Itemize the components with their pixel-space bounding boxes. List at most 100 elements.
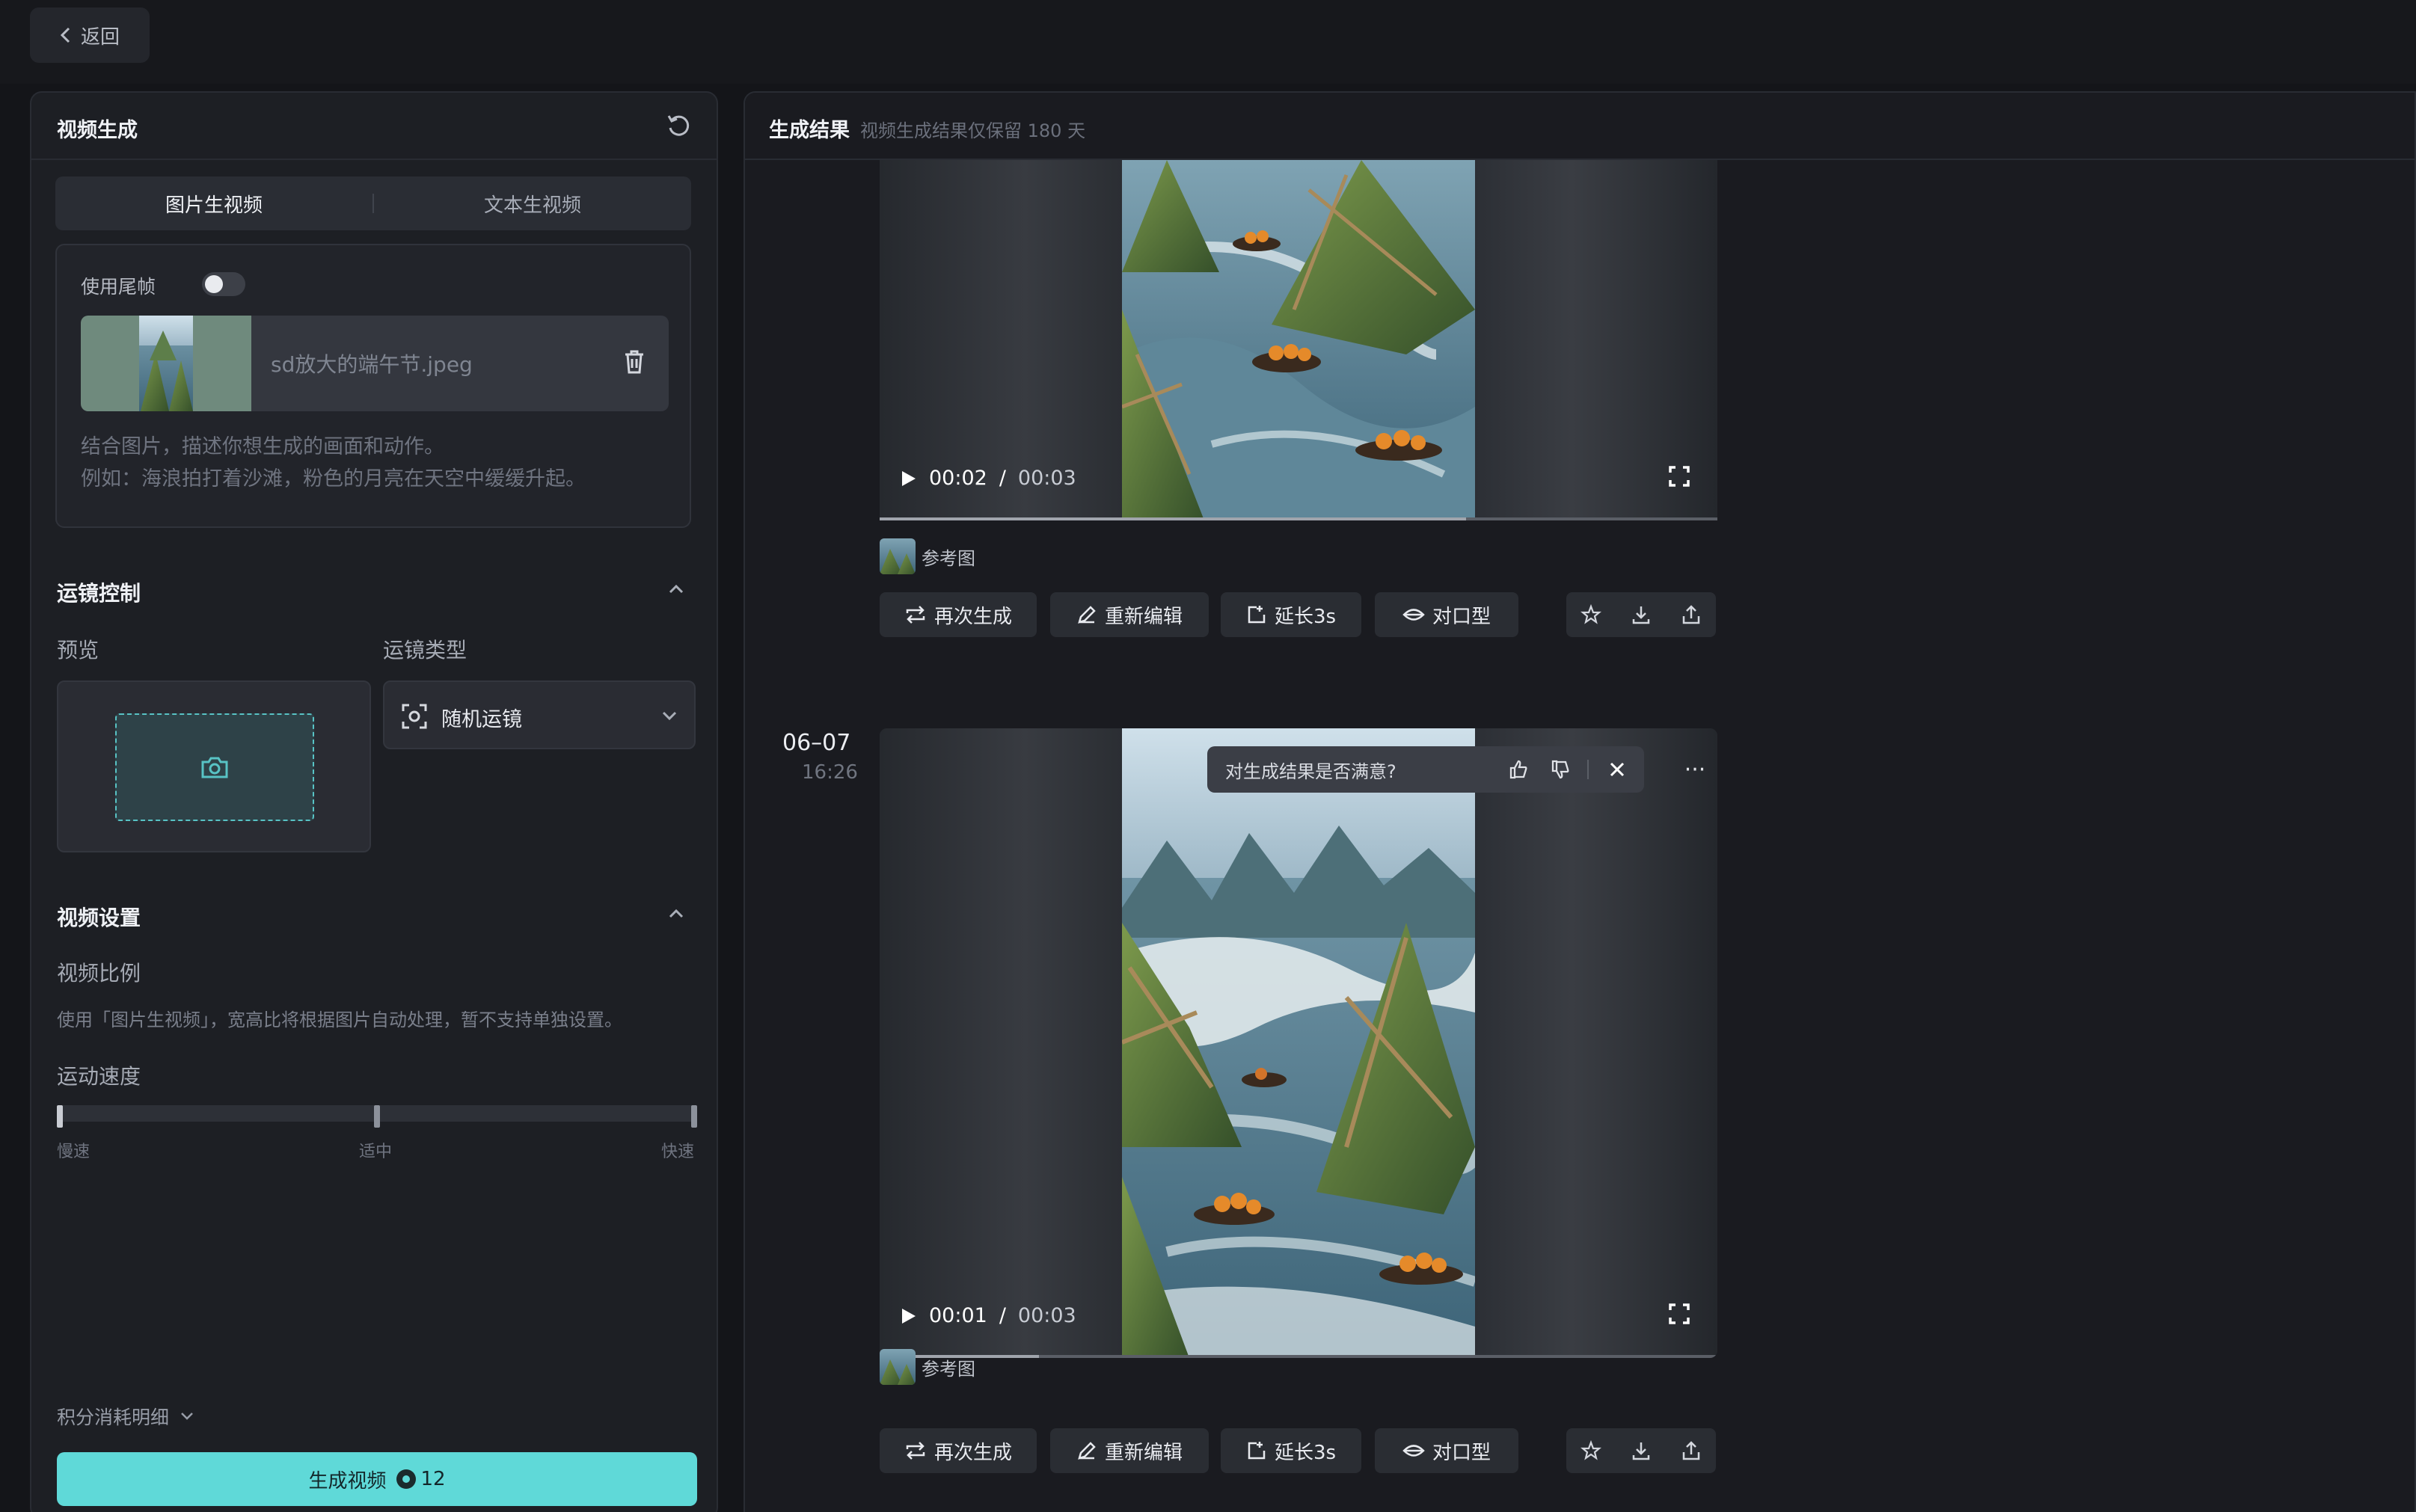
reference-thumbnail [880,1349,916,1385]
lip-sync-button[interactable]: 对口型 [1375,592,1518,637]
cost-detail-label: 积分消耗明细 [57,1407,170,1428]
share-icon[interactable] [1681,604,1702,625]
slider-tick-fast[interactable] [691,1105,697,1128]
results-title: 生成结果 [769,119,850,142]
generate-cost: 12 [396,1468,446,1490]
video-player[interactable]: 00:02 / 00:03 [880,160,1717,520]
top-bar: 返回 [0,0,2416,84]
chevron-down-icon [181,1413,193,1420]
re-edit-button[interactable]: 重新编辑 [1050,592,1209,637]
lip-sync-icon [1402,1445,1425,1457]
preview-drop-area[interactable] [115,713,314,821]
repeat-icon [906,606,925,624]
lip-sync-button[interactable]: 对口型 [1375,1428,1518,1473]
camera-preview [57,680,371,852]
prompt-placeholder[interactable]: 结合图片，描述你想生成的画面和动作。 例如：海浪拍打着沙滩，粉色的月亮在天空中缓… [81,431,586,495]
generation-panel: 视频生成 图片生视频 文本生视频 使用尾帧 sd放大的端午节.jpeg 结合图片… [30,91,718,1512]
camera-type-value: 随机运镜 [441,708,522,731]
video-progress-bar[interactable] [880,1355,1717,1358]
download-icon[interactable] [1631,604,1652,625]
prompt-hint-line-1: 结合图片，描述你想生成的画面和动作。 [81,435,444,458]
trash-icon[interactable] [622,348,646,375]
cost-detail-toggle[interactable]: 积分消耗明细 [57,1403,194,1430]
current-time: 00:01 [929,1304,987,1327]
regenerate-button[interactable]: 再次生成 [880,1428,1037,1473]
refresh-icon[interactable] [666,113,691,138]
results-header: 生成结果 视频生成结果仅保留 180 天 [745,93,2415,160]
speed-option-slow: 慢速 [57,1143,91,1161]
fullscreen-icon[interactable] [1668,1303,1690,1325]
results-retention-note: 视频生成结果仅保留 180 天 [860,120,1086,141]
duration: 00:03 [1017,1304,1076,1327]
chevron-left-icon [60,27,70,43]
edit-icon [1078,606,1096,624]
re-edit-label: 重新编辑 [1104,1441,1183,1464]
repeat-icon [906,1442,925,1460]
re-edit-button[interactable]: 重新编辑 [1050,1428,1209,1473]
speed-option-medium: 适中 [359,1143,393,1161]
speed-label: 运动速度 [57,1064,141,1089]
slider-tick-medium[interactable] [374,1105,380,1128]
generate-cost-value: 12 [420,1468,446,1490]
extend-icon [1248,606,1266,624]
video-progress-bar[interactable] [880,517,1717,520]
slider-tick-slow[interactable] [57,1105,63,1128]
download-icon[interactable] [1631,1440,1652,1461]
more-icon[interactable]: ··· [1680,755,1710,784]
video-frame [1122,728,1475,1358]
regenerate-label: 再次生成 [933,1441,1012,1464]
tail-frame-toggle[interactable] [202,272,245,296]
extend-label: 延长3s [1274,605,1337,628]
satisfaction-feedback-bar: 对生成结果是否满意? [1207,746,1644,793]
regenerate-button[interactable]: 再次生成 [880,592,1037,637]
lip-sync-icon [1402,609,1425,621]
video-player[interactable]: 00:01 / 00:03 [880,728,1717,1358]
thumbs-down-icon[interactable] [1545,755,1575,784]
tab-image-to-video[interactable]: 图片生视频 [55,190,372,218]
results-panel: 生成结果 视频生成结果仅保留 180 天 00:02 / 00:03 参考图 再… [743,91,2416,1512]
video-frame [1122,160,1475,520]
result-icon-actions [1566,592,1716,637]
play-icon[interactable] [901,1307,917,1325]
re-edit-label: 重新编辑 [1104,605,1183,628]
chevron-up-icon[interactable] [667,583,685,595]
extend-icon [1248,1442,1266,1460]
extend-button[interactable]: 延长3s [1221,1428,1361,1473]
camera-icon [201,757,228,778]
feedback-divider [1587,760,1589,779]
share-icon[interactable] [1681,1440,1702,1461]
reference-image-tag[interactable]: 参考图 [880,1349,975,1385]
lip-sync-label: 对口型 [1432,1441,1491,1464]
star-icon[interactable] [1580,1440,1602,1461]
camera-type-label: 运镜类型 [383,638,467,663]
playback-controls: 00:01 / 00:03 [901,1304,1076,1327]
generate-video-button[interactable]: 生成视频 12 [57,1452,697,1506]
close-icon[interactable] [1602,755,1632,784]
star-icon[interactable] [1580,604,1602,625]
chevron-up-icon[interactable] [667,908,685,920]
video-progress-fill [880,517,1466,520]
mode-tabs: 图片生视频 文本生视频 [55,176,691,230]
uploaded-file-name: sd放大的端午节.jpeg [271,352,473,377]
reference-image-tag[interactable]: 参考图 [880,538,975,574]
thumbs-up-icon[interactable] [1503,755,1533,784]
tab-text-to-video[interactable]: 文本生视频 [374,190,691,218]
toggle-knob [205,275,223,293]
back-button[interactable]: 返回 [30,7,150,63]
extend-button[interactable]: 延长3s [1221,592,1361,637]
chevron-down-icon [662,711,677,721]
reference-thumbnail [880,538,916,574]
speed-slider[interactable] [57,1105,697,1128]
focus-icon [402,704,427,729]
playback-controls: 00:02 / 00:03 [901,467,1076,490]
play-icon[interactable] [901,470,917,488]
time-separator: / [999,1304,1006,1327]
speed-option-fast: 快速 [661,1143,695,1161]
tail-frame-label: 使用尾帧 [81,276,156,298]
fullscreen-icon[interactable] [1668,465,1690,488]
back-label: 返回 [80,25,120,49]
camera-type-select[interactable]: 随机运镜 [383,680,696,749]
result-icon-actions [1566,1428,1716,1473]
video-settings-title: 视频设置 [57,906,141,930]
uploaded-image-thumbnail[interactable] [81,316,251,411]
